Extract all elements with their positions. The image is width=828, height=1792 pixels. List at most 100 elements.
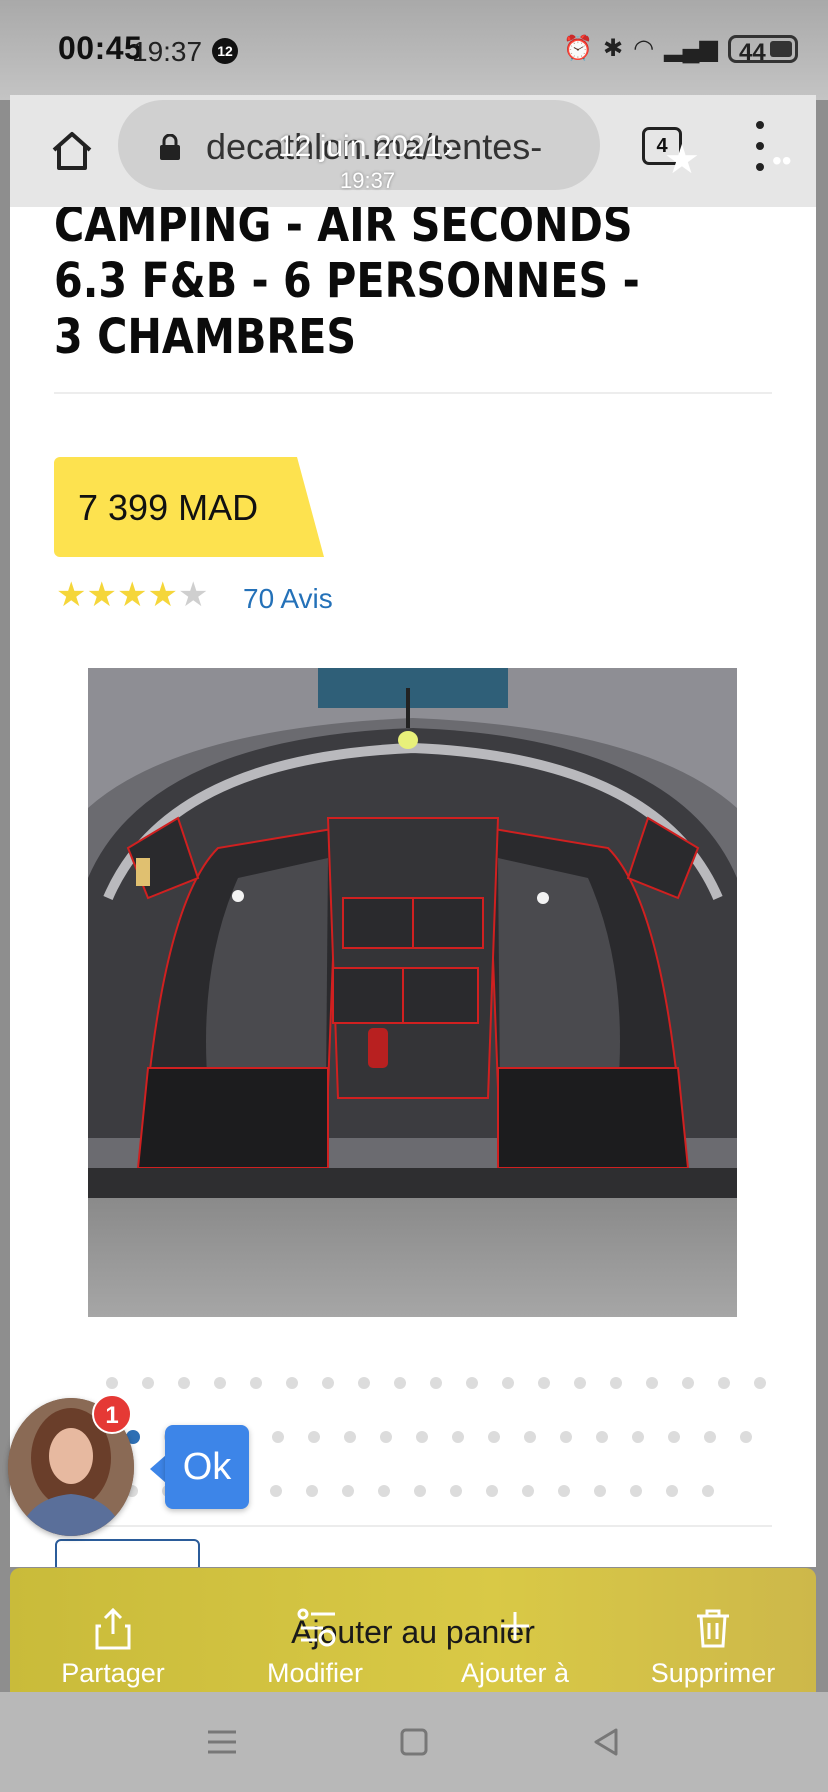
carousel-dot[interactable] xyxy=(378,1485,390,1497)
share-label: Partager xyxy=(61,1658,165,1688)
share-icon xyxy=(95,1608,131,1650)
carousel-dot[interactable] xyxy=(344,1431,356,1443)
date-overlay: 12 juin 2021 xyxy=(278,130,442,163)
browser-toolbar: decathlon.ma/tentes- 12 juin 2021 › 19:3… xyxy=(10,95,816,207)
carousel-dot[interactable] xyxy=(322,1377,334,1389)
carousel-dot[interactable] xyxy=(594,1485,606,1497)
carousel-dot[interactable] xyxy=(272,1431,284,1443)
trash-icon xyxy=(697,1609,729,1648)
carousel-dot[interactable] xyxy=(178,1377,190,1389)
time-overlay: 19:37 xyxy=(340,168,396,193)
menu-nav-button[interactable] xyxy=(202,1722,242,1762)
status-icons: ⏰ ✱ ◠ ▂▄▆ 44 xyxy=(563,34,798,66)
carousel-dot[interactable] xyxy=(414,1485,426,1497)
carousel-dot[interactable] xyxy=(754,1377,766,1389)
carousel-dot[interactable] xyxy=(270,1485,282,1497)
reviews-link[interactable]: 70 Avis xyxy=(243,583,333,615)
wifi-icon: ◠ xyxy=(633,35,655,62)
carousel-dot[interactable] xyxy=(538,1377,550,1389)
edit-label: Modifier xyxy=(266,1658,364,1688)
divider xyxy=(54,392,772,394)
carousel-dot[interactable] xyxy=(306,1485,318,1497)
carousel-dot[interactable] xyxy=(596,1431,608,1443)
back-nav-button[interactable] xyxy=(586,1722,626,1762)
system-nav-bar xyxy=(0,1692,828,1792)
carousel-dot[interactable] xyxy=(380,1431,392,1443)
overflow-menu-button[interactable] xyxy=(750,121,770,171)
carousel-dot[interactable] xyxy=(466,1377,478,1389)
product-page: CAMPING - AIR SECONDS 6.3 F&B - 6 PERSON… xyxy=(10,207,816,1567)
signal-icon: ▂▄▆ xyxy=(664,35,718,62)
action-bar: Ajouter au panier Partager Modifier Ajou… xyxy=(10,1568,816,1692)
carousel-dot[interactable] xyxy=(486,1485,498,1497)
rating-stars: ★ ★ ★ ★ ★ xyxy=(56,577,208,613)
delete-label: Supprimer xyxy=(650,1658,776,1688)
chevron-right-icon: › xyxy=(443,128,454,164)
carousel-dot[interactable] xyxy=(358,1377,370,1389)
carousel-dot[interactable] xyxy=(502,1377,514,1389)
alarm-icon: ⏰ xyxy=(563,35,594,62)
carousel-dot[interactable] xyxy=(560,1431,572,1443)
carousel-dot[interactable] xyxy=(430,1377,442,1389)
tent-interior-illustration xyxy=(88,668,737,1317)
product-price: 7 399 MAD xyxy=(78,487,259,528)
url-bar[interactable]: decathlon.ma/tentes- 12 juin 2021 › 19:3… xyxy=(118,100,600,193)
carousel-dot[interactable] xyxy=(718,1377,730,1389)
carousel-dot[interactable] xyxy=(668,1431,680,1443)
bubble-tail xyxy=(150,1455,166,1483)
carousel-dot[interactable] xyxy=(632,1431,644,1443)
chat-unread-badge: 1 xyxy=(92,1394,132,1434)
carousel-dot-row xyxy=(106,1377,766,1431)
carousel-dot[interactable] xyxy=(574,1377,586,1389)
carousel-dot[interactable] xyxy=(610,1377,622,1389)
carousel-dot[interactable] xyxy=(558,1485,570,1497)
carousel-dot[interactable] xyxy=(488,1431,500,1443)
carousel-dot[interactable] xyxy=(646,1377,658,1389)
star-icon: ★ xyxy=(177,576,209,614)
carousel-dot[interactable] xyxy=(416,1431,428,1443)
carousel-dot[interactable] xyxy=(630,1485,642,1497)
notification-count-badge: 12 xyxy=(212,38,238,64)
battery-icon: 44 xyxy=(728,34,798,66)
status-time-overlay: 19:37 xyxy=(132,36,203,67)
bluetooth-icon: ✱ xyxy=(603,35,624,62)
lock-icon xyxy=(160,134,180,160)
status-time: 00:45 xyxy=(58,30,143,66)
divider xyxy=(54,1525,772,1527)
star-icon: ★ xyxy=(56,576,87,614)
carousel-dot[interactable] xyxy=(522,1485,534,1497)
add-to-label: Ajouter à xyxy=(460,1658,570,1688)
variant-thumbnail[interactable] xyxy=(55,1539,200,1567)
edit-icon xyxy=(297,1608,336,1647)
home-nav-button[interactable] xyxy=(394,1722,434,1762)
carousel-dot[interactable] xyxy=(286,1377,298,1389)
ok-bubble[interactable]: Ok xyxy=(165,1425,249,1509)
carousel-dot[interactable] xyxy=(740,1431,752,1443)
battery-level: 44 xyxy=(739,38,766,66)
carousel-dot[interactable] xyxy=(342,1485,354,1497)
carousel-dot[interactable] xyxy=(704,1431,716,1443)
carousel-dot[interactable] xyxy=(524,1431,536,1443)
carousel-dot[interactable] xyxy=(142,1377,154,1389)
carousel-dot[interactable] xyxy=(106,1377,118,1389)
carousel-dot[interactable] xyxy=(214,1377,226,1389)
home-icon xyxy=(52,132,92,170)
plus-icon xyxy=(501,1612,529,1640)
product-image[interactable] xyxy=(88,668,737,1317)
carousel-dot[interactable] xyxy=(394,1377,406,1389)
star-icon: ★ xyxy=(116,576,148,614)
carousel-dot[interactable] xyxy=(682,1377,694,1389)
carousel-dot[interactable] xyxy=(666,1485,678,1497)
more-dots-icon: •• xyxy=(772,145,792,176)
home-button[interactable] xyxy=(40,119,104,183)
product-title: CAMPING - AIR SECONDS 6.3 F&B - 6 PERSON… xyxy=(54,207,640,365)
carousel-dot[interactable] xyxy=(452,1431,464,1443)
carousel-dot[interactable] xyxy=(308,1431,320,1443)
star-icon: ★ xyxy=(147,576,178,614)
carousel-dot[interactable] xyxy=(250,1377,262,1389)
star-icon: ★ xyxy=(86,576,117,614)
star-icon: ★ xyxy=(664,138,700,182)
carousel-dot[interactable] xyxy=(450,1485,462,1497)
status-bar: 00:45 19:37 12 ⏰ ✱ ◠ ▂▄▆ 44 xyxy=(0,0,828,100)
carousel-dot[interactable] xyxy=(702,1485,714,1497)
